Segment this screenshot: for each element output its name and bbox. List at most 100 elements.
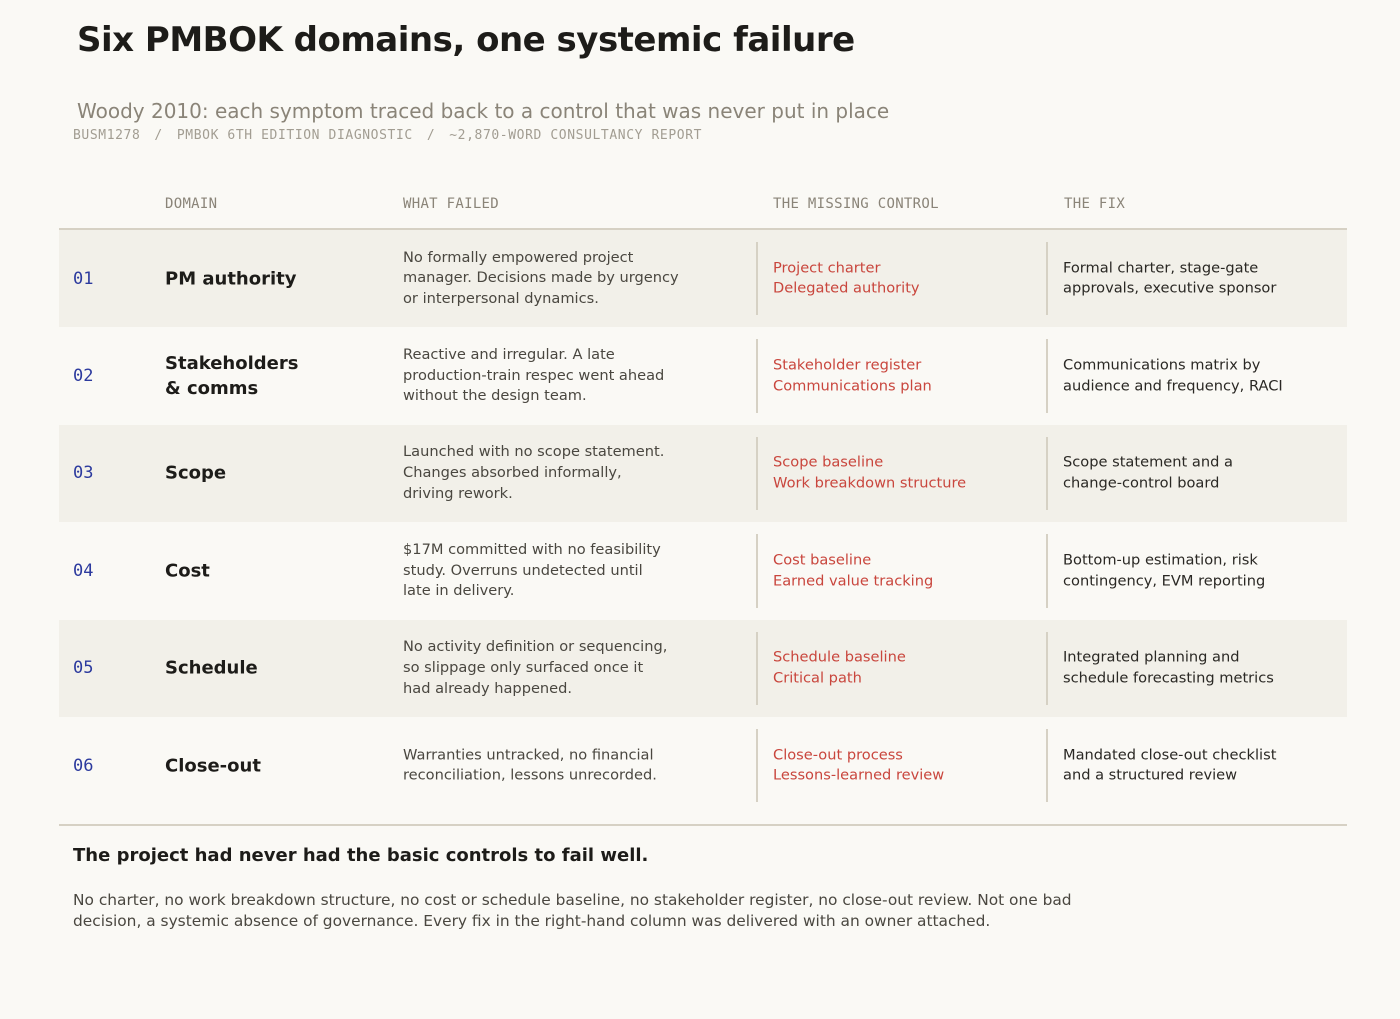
missing-control-list: Scope baseline Work breakdown structure (773, 453, 966, 494)
domain-name: PM authority (165, 266, 365, 291)
what-failed-line: study. Overruns undetected until (403, 561, 643, 579)
fix-line: audience and frequency, RACI (1063, 377, 1283, 395)
row-number: 03 (73, 463, 94, 484)
fix-line: Integrated planning and (1063, 648, 1240, 666)
row-number: 04 (73, 560, 94, 581)
fix-cell: Mandated close-out checklist and a struct… (1046, 728, 1338, 803)
missing-control-item: Work breakdown structure (773, 474, 967, 492)
meta-framework: PMBOK 6TH EDITION DIAGNOSTIC (176, 128, 413, 143)
fix-cell: Communications matrix by audience and fre… (1046, 339, 1338, 413)
column-header-missing-control: THE MISSING CONTROL (773, 196, 939, 212)
domain-name-line: Scope (165, 462, 227, 484)
what-failed-line: late in delivery. (403, 582, 515, 600)
what-failed-line: had already happened. (403, 679, 573, 697)
fix-text: Communications matrix by audience and fre… (1063, 355, 1303, 396)
column-header-fix: THE FIX (1064, 196, 1126, 212)
table-row: 05 Schedule No activity definition or sequ… (59, 619, 1347, 717)
missing-control-item: Critical path (773, 669, 862, 687)
domain-name: Close-out (165, 753, 365, 778)
what-failed-line: or interpersonal dynamics. (403, 290, 599, 308)
fix-line: contingency, EVM reporting (1063, 571, 1266, 589)
missing-control-list: Schedule baseline Critical path (773, 648, 906, 689)
fix-line: Communications matrix by (1063, 356, 1261, 374)
missing-control-item: Stakeholder register (773, 356, 922, 374)
diagnostic-table: DOMAIN WHAT FAILED THE MISSING CONTROL T… (59, 180, 1347, 827)
what-failed-line: Reactive and irregular. A late (403, 346, 615, 364)
what-failed-cell: Launched with no scope statement. Changes… (403, 442, 693, 504)
row-number: 06 (73, 755, 94, 776)
meta-word-count: ~2,870-WORD CONSULTANCY REPORT (449, 128, 703, 143)
fix-cell: Bottom-up estimation, risk contingency, E… (1046, 534, 1338, 608)
missing-control-cell: Stakeholder register Communications plan (756, 339, 1048, 413)
column-header-domain: DOMAIN (165, 196, 218, 212)
missing-control-list: Project charter Delegated authority (773, 258, 920, 299)
what-failed-line: Launched with no scope statement. (403, 443, 665, 461)
fix-line: Bottom-up estimation, risk (1063, 551, 1258, 569)
domain-name: Cost (165, 558, 365, 583)
domain-name: Schedule (165, 656, 365, 681)
fix-cell: Formal charter, stage-gate approvals, exe… (1046, 242, 1338, 316)
missing-control-item: Close-out process (773, 745, 903, 763)
missing-control-item: Cost baseline (773, 551, 872, 569)
what-failed-line: No formally empowered project (403, 248, 634, 266)
fix-text: Mandated close-out checklist and a struct… (1063, 745, 1303, 786)
missing-control-list: Cost baseline Earned value tracking (773, 550, 933, 591)
table-row: 04 Cost $17M committed with no feasibility… (59, 522, 1347, 619)
what-failed-cell: Warranties untracked, no financial reconc… (403, 745, 693, 786)
domain-name-line: & comms (165, 378, 259, 400)
what-failed-line: driving rework. (403, 484, 513, 502)
meta-separator: / (426, 128, 436, 143)
missing-control-list: Close-out process Lessons-learned review (773, 745, 944, 786)
meta-course-code: BUSM1278 (73, 128, 141, 143)
missing-control-cell: Close-out process Lessons-learned review (756, 728, 1048, 803)
missing-control-item: Delegated authority (773, 279, 920, 297)
missing-control-list: Stakeholder register Communications plan (773, 355, 932, 396)
fix-line: approvals, executive sponsor (1063, 279, 1277, 297)
conclusion-body: No charter, no work breakdown structure,… (73, 891, 1072, 930)
what-failed-line: Changes absorbed informally, (403, 464, 622, 482)
missing-control-cell: Scope baseline Work breakdown structure (756, 436, 1048, 511)
what-failed-line: No activity definition or sequencing, (403, 638, 668, 656)
domain-name-line: Stakeholders (165, 353, 299, 375)
table-row: 06 Close-out Warranties untracked, no fina… (59, 717, 1347, 814)
conclusion-heading: The project had never had the basic cont… (73, 845, 649, 866)
fix-text: Bottom-up estimation, risk contingency, E… (1063, 550, 1303, 591)
missing-control-item: Earned value tracking (773, 571, 934, 589)
page-subtitle: Woody 2010: each symptom traced back to … (77, 99, 890, 123)
what-failed-cell: $17M committed with no feasibility study.… (403, 540, 693, 602)
missing-control-item: Scope baseline (773, 453, 884, 471)
fix-line: Mandated close-out checklist (1063, 745, 1277, 763)
domain-name: Stakeholders & comms (165, 351, 365, 401)
missing-control-item: Communications plan (773, 377, 932, 395)
what-failed-cell: Reactive and irregular. A late production… (403, 345, 693, 407)
domain-name-line: Schedule (165, 657, 258, 679)
fix-line: Scope statement and a (1063, 453, 1233, 471)
table-header: DOMAIN WHAT FAILED THE MISSING CONTROL T… (59, 180, 1347, 230)
table-bottom-rule (59, 824, 1347, 827)
table-row: 02 Stakeholders & comms Reactive and irregu… (59, 327, 1347, 424)
domain-name-line: PM authority (165, 268, 297, 290)
what-failed-cell: No formally empowered project manager. De… (403, 248, 693, 310)
what-failed-line: without the design team. (403, 387, 587, 405)
fix-line: and a structured review (1063, 766, 1238, 784)
fix-line: Formal charter, stage-gate (1063, 258, 1259, 276)
fix-text: Integrated planning and schedule forecast… (1063, 648, 1303, 689)
fix-text: Formal charter, stage-gate approvals, exe… (1063, 258, 1303, 299)
what-failed-line: reconciliation, lessons unrecorded. (403, 766, 657, 784)
domain-name-line: Cost (165, 560, 210, 582)
missing-control-cell: Cost baseline Earned value tracking (756, 534, 1048, 608)
fix-line: change-control board (1063, 474, 1220, 492)
domain-name: Scope (165, 461, 365, 486)
what-failed-line: production-train respec went ahead (403, 366, 665, 384)
fix-line: schedule forecasting metrics (1063, 669, 1274, 687)
column-header-what-failed: WHAT FAILED (403, 196, 500, 212)
missing-control-item: Lessons-learned review (773, 766, 945, 784)
row-number: 02 (73, 366, 94, 387)
table-body: 01 PM authority No formally empowered proj… (59, 230, 1347, 814)
fix-cell: Integrated planning and schedule forecast… (1046, 631, 1338, 705)
what-failed-line: $17M committed with no feasibility (403, 540, 661, 558)
what-failed-cell: No activity definition or sequencing, so … (403, 637, 693, 699)
row-number: 05 (73, 658, 94, 679)
missing-control-cell: Schedule baseline Critical path (756, 631, 1048, 705)
fix-cell: Scope statement and a change-control boar… (1046, 436, 1338, 511)
